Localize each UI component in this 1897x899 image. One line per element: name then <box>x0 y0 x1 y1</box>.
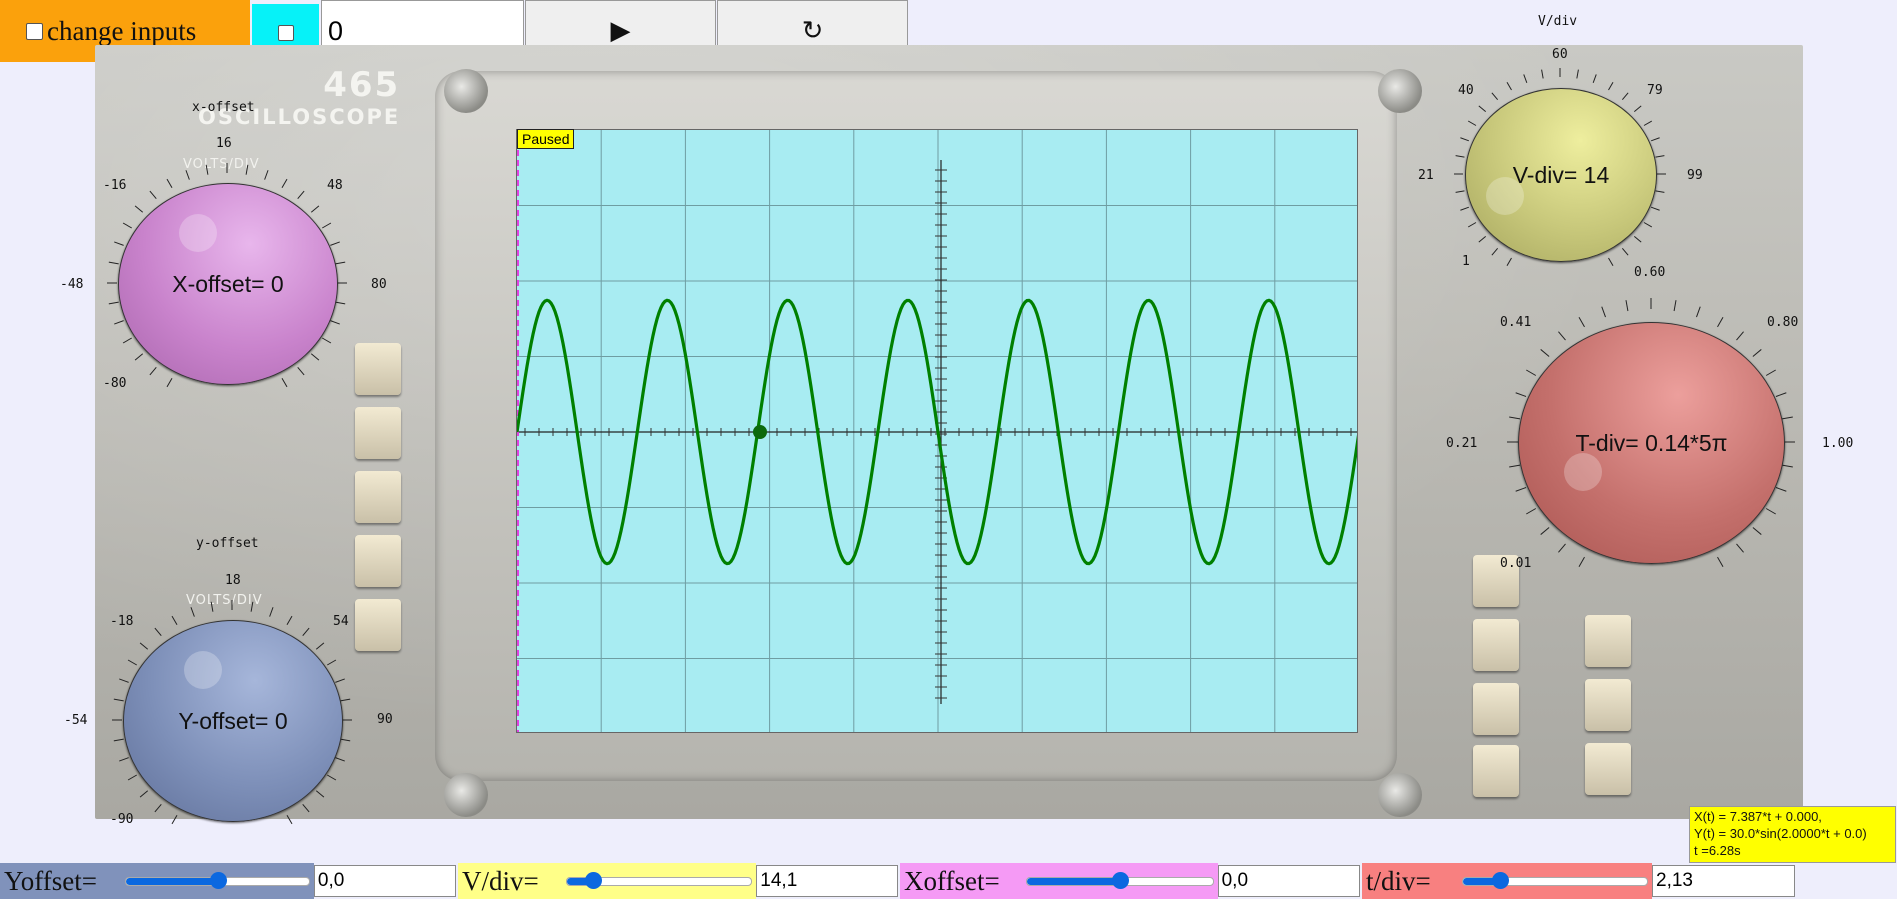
y-offset-scale-label: 54 <box>333 614 349 629</box>
y-offset-scale-label: 18 <box>225 573 241 588</box>
panel-button <box>355 343 401 395</box>
panel-button <box>355 407 401 459</box>
screw <box>444 773 488 817</box>
vdiv-control: V/div= 14,1 <box>458 863 898 899</box>
x-offset-knob-text: X-offset= 0 <box>172 270 284 297</box>
panel-button <box>355 471 401 523</box>
play-icon: ▶ <box>610 16 631 46</box>
change-inputs-checkbox[interactable] <box>26 22 43 40</box>
scope-plot <box>517 130 1357 732</box>
x-offset-scale-label: 16 <box>216 136 232 151</box>
panel-button <box>1473 745 1519 797</box>
slider-thumb[interactable] <box>209 872 227 889</box>
model-number: 465 <box>323 65 401 105</box>
v-div-scale-label: 60 <box>1552 47 1568 62</box>
x-offset-scale-label: -48 <box>60 277 84 292</box>
reset-icon: ↻ <box>801 16 824 46</box>
tdiv-control: t/div= 2,13 <box>1362 863 1822 899</box>
panel-button <box>1585 743 1631 795</box>
trace-cursor-dot <box>753 425 767 439</box>
v-div-scale-label: 40 <box>1458 83 1474 98</box>
slider-fill <box>126 878 218 885</box>
knob-shine <box>1486 177 1524 215</box>
vdiv-input[interactable]: 14,1 <box>756 865 898 897</box>
panel-logo: 465 OSCILLOSCOPE <box>198 65 400 129</box>
vdiv-slider[interactable] <box>562 863 757 899</box>
yoffset-input[interactable]: 0,0 <box>313 865 456 897</box>
change-inputs-label: change inputs <box>47 15 197 46</box>
panel-button <box>1473 619 1519 671</box>
x-offset-scale-label: -16 <box>103 178 127 193</box>
screw <box>444 69 488 113</box>
v-div-scale-label: 79 <box>1647 83 1663 98</box>
t-div-scale-label: 0.21 <box>1446 436 1478 451</box>
x-offset-knob[interactable]: X-offset= 0 <box>118 183 338 385</box>
y-offset-knob[interactable]: Y-offset= 0 <box>123 620 343 822</box>
xoffset-input[interactable]: 0,0 <box>1217 865 1360 897</box>
panel-button <box>355 535 401 587</box>
t-div-scale-label: 0.01 <box>1500 556 1532 571</box>
panel-button <box>355 599 401 651</box>
yoffset-slider[interactable] <box>121 863 314 899</box>
y-equation: Y(t) = 30.0*sin(2.0000*t + 0.0) <box>1694 826 1867 841</box>
v-div-knob-text: V-div= 14 <box>1512 161 1610 188</box>
volts-div-label-bottom: VOLTS/DIV <box>186 593 263 608</box>
swatch-checkbox[interactable] <box>277 25 294 41</box>
t-div-scale-label: 0.60 <box>1634 265 1666 280</box>
slider-fill <box>1027 878 1120 885</box>
slider-thumb[interactable] <box>1111 872 1129 889</box>
yoffset-label: Yoffset= <box>0 863 122 899</box>
status-badge: Paused <box>517 129 575 149</box>
v-div-knob[interactable]: V-div= 14 <box>1465 88 1657 262</box>
yoffset-control: Yoffset= 0,0 <box>0 863 456 899</box>
x-offset-scale-label: 80 <box>371 277 387 292</box>
y-offset-scale-label: -18 <box>110 614 134 629</box>
knob-shine <box>184 651 222 689</box>
v-div-scale-label: 99 <box>1687 168 1703 183</box>
x-offset-scale-label: -80 <box>103 376 127 391</box>
tdiv-input[interactable]: 2,13 <box>1652 865 1795 897</box>
x-offset-scale-label: 48 <box>327 178 343 193</box>
formula-readout: X(t) = 7.387*t + 0.000, Y(t) = 30.0*sin(… <box>1689 806 1896 863</box>
scope-screen[interactable] <box>516 129 1358 733</box>
t-div-knob-text: T-div= 0.14*5π <box>1575 429 1728 456</box>
slider-thumb[interactable] <box>584 872 602 889</box>
v-div-scale-label: 1 <box>1462 254 1470 269</box>
v-div-scale-label: 21 <box>1418 168 1434 183</box>
knob-shine <box>179 214 217 252</box>
knob-shine <box>1564 453 1602 491</box>
v-div-title: V/div <box>1538 14 1578 29</box>
tdiv-label: t/div= <box>1362 863 1458 899</box>
tdiv-slider[interactable] <box>1458 863 1652 899</box>
y-offset-scale-label: -90 <box>110 812 134 827</box>
t-div-scale-label: 0.41 <box>1500 315 1532 330</box>
panel-button <box>1473 683 1519 735</box>
panel-button <box>1585 679 1631 731</box>
screw <box>1378 69 1422 113</box>
x-offset-title: x-offset <box>192 100 255 115</box>
screw <box>1378 773 1422 817</box>
slider-thumb[interactable] <box>1491 872 1509 889</box>
xoffset-slider[interactable] <box>1022 863 1218 899</box>
t-div-scale-label: 0.80 <box>1767 315 1799 330</box>
y-offset-title: y-offset <box>196 536 259 551</box>
y-offset-scale-label: 90 <box>377 712 393 727</box>
t-div-scale-label: 1.00 <box>1822 436 1854 451</box>
xoffset-control: Xoffset= 0,0 <box>900 863 1360 899</box>
volts-div-label-top: VOLTS/DIV <box>183 157 260 172</box>
vdiv-label: V/div= <box>458 863 563 899</box>
y-offset-scale-label: -54 <box>64 713 88 728</box>
time-readout: t =6.28s <box>1694 843 1741 858</box>
t-div-knob[interactable]: T-div= 0.14*5π <box>1518 322 1785 564</box>
xoffset-label: Xoffset= <box>900 863 1023 899</box>
x-equation: X(t) = 7.387*t + 0.000, <box>1694 809 1822 824</box>
y-offset-knob-text: Y-offset= 0 <box>178 707 288 734</box>
panel-button <box>1585 615 1631 667</box>
